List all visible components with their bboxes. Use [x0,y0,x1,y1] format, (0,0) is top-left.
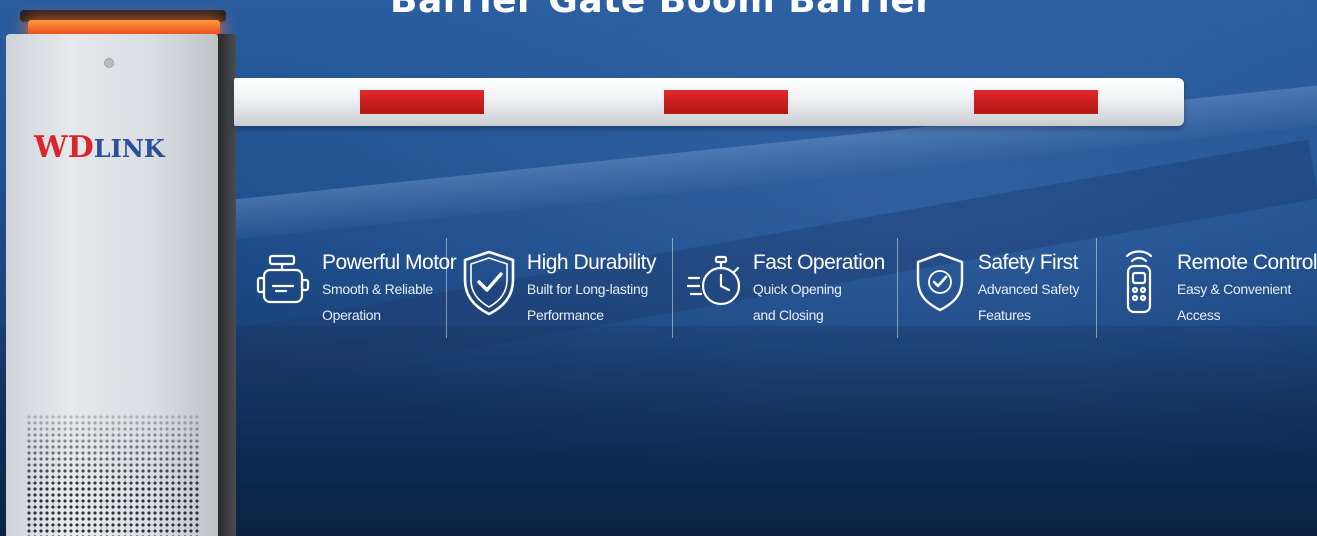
feature-desc: Quick Opening [752,281,842,297]
page-title: Barrier Gate Boom Barrier [390,0,934,21]
feature-powerful-motor: Powerful Motor Smooth & Reliable Operati… [248,238,457,342]
feature-desc: and Closing [752,307,824,323]
feature-desc: Smooth & Reliable [322,281,433,297]
feature-title: Fast Operation [752,251,885,274]
key-hole [104,58,114,68]
feature-remote-control: Remote Control Easy & Convenient Access [1103,238,1317,342]
boom-stripe [360,90,484,114]
feature-desc: Easy & Convenient [1176,281,1291,297]
feature-title: Safety First [977,251,1079,274]
feature-divider [896,238,898,338]
feature-desc: Advanced Safety [977,281,1080,297]
feature-divider [1096,238,1097,338]
feature-desc: Operation [322,307,381,323]
brand-logo: WDLINK [34,130,165,165]
feature-safety-first: Safety First Advanced Safety Features [904,238,1090,342]
barrier-cabinet: WDLINK [6,10,236,536]
logo-link: LINK [93,134,165,163]
shield-check-icon [461,246,517,318]
logo-wd: WD [34,130,94,165]
feature-desc: Features [977,307,1031,323]
boom-stripe [664,90,788,114]
feature-title: High Durability [526,251,657,274]
remote-control-icon [1111,246,1167,318]
boom-arm [234,78,1184,126]
ventilation-grille [26,414,201,536]
safety-shield-icon [912,246,968,318]
feature-desc: Performance [526,307,604,323]
feature-divider [671,238,673,338]
feature-fast-operation: Fast Operation Quick Opening and Closing [679,238,891,342]
feature-title: Powerful Motor [322,251,457,274]
stopwatch-icon [685,246,743,318]
feature-desc: Access [1176,307,1221,323]
motor-icon [256,246,312,318]
boom-stripe [974,90,1098,114]
feature-divider [446,238,447,338]
feature-title: Remote Control [1176,251,1317,274]
feature-desc: Built for Long-lasting [526,281,648,297]
feature-list: Powerful Motor Smooth & Reliable Operati… [248,238,1317,348]
feature-high-durability: High Durability Built for Long-lasting P… [453,238,666,342]
